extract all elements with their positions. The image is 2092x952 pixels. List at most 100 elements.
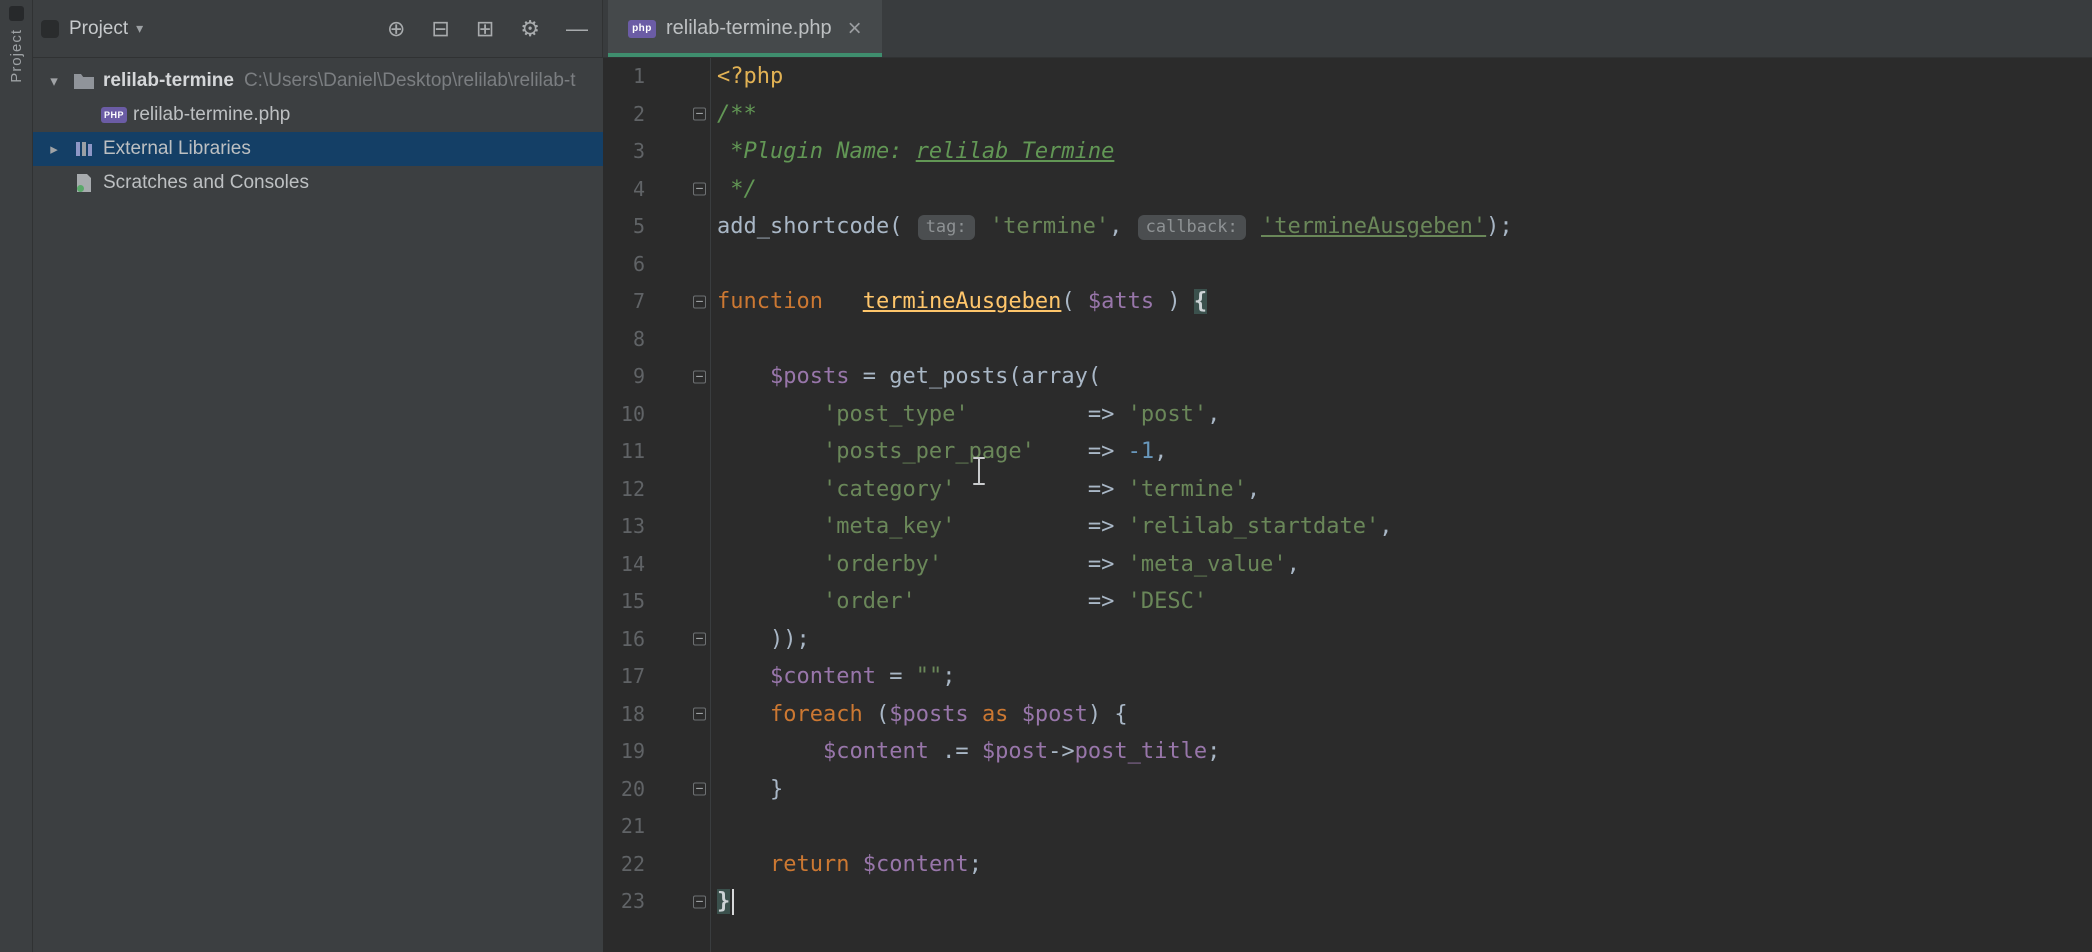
code-text: )); [710, 621, 810, 659]
code-text: $content .= $post->post_title; [710, 733, 1220, 771]
hide-panel-icon[interactable]: — [566, 18, 588, 40]
gutter: 9− [603, 358, 710, 396]
fold-marker-icon[interactable]: − [693, 183, 706, 196]
line-number: 10 [603, 396, 645, 434]
gutter: 12 [603, 471, 710, 509]
project-panel-title[interactable]: Project [69, 18, 128, 40]
expand-all-icon[interactable]: ⊞ [476, 18, 494, 40]
fold-area [645, 321, 710, 359]
code-text: /** [710, 96, 757, 134]
tree-item-relilab-termine-php[interactable]: PHPrelilab-termine.php [33, 98, 603, 132]
project-stripe-button[interactable]: Project [0, 0, 33, 83]
code-line-20[interactable]: 20− } [603, 771, 2092, 809]
code-text: <?php [710, 58, 783, 96]
fold-area [645, 846, 710, 884]
code-line-15[interactable]: 15 'order' => 'DESC' [603, 583, 2092, 621]
tree-item-relilab-termine[interactable]: ▾ relilab-termine C:\Users\Daniel\Desktop\… [33, 64, 603, 98]
tree-item-external-libraries[interactable]: ▸External Libraries [33, 132, 603, 166]
code-line-18[interactable]: 18− foreach ($posts as $post) { [603, 696, 2092, 734]
fold-area: − [645, 96, 710, 134]
code-line-11[interactable]: 11 'posts_per_page' => -1, [603, 433, 2092, 471]
line-number: 4 [603, 171, 645, 209]
chevron-down-icon[interactable]: ▾ [39, 72, 69, 90]
line-number: 21 [603, 808, 645, 846]
fold-area [645, 508, 710, 546]
code-line-21[interactable]: 21 [603, 808, 2092, 846]
project-panel-header: Project ▾ ⊕ ⊟ ⊞ ⚙ — [33, 0, 603, 57]
editor-pane[interactable]: 1<?php2−/**3 *Plugin Name: relilab Termi… [603, 58, 2092, 952]
line-number: 12 [603, 471, 645, 509]
gutter: 11 [603, 433, 710, 471]
code-text: 'meta_key' => 'relilab_startdate', [710, 508, 1393, 546]
code-line-23[interactable]: 23−} [603, 883, 2092, 921]
project-tool-window-icon [9, 6, 24, 21]
code-line-6[interactable]: 6 [603, 246, 2092, 284]
chevron-down-icon[interactable]: ▾ [136, 20, 143, 37]
code-line-2[interactable]: 2 −/** [603, 96, 2092, 134]
fold-marker-icon[interactable]: − [693, 895, 706, 908]
fold-marker-icon[interactable]: − [693, 108, 706, 121]
code-line-5[interactable]: 5add_shortcode( tag: 'termine', callback… [603, 208, 2092, 246]
code-line-8[interactable]: 8 [603, 321, 2092, 359]
line-number: 23 [603, 883, 645, 921]
editor-tab-label: relilab-termine.php [666, 17, 832, 40]
code-line-10[interactable]: 10 'post_type' => 'post', [603, 396, 2092, 434]
ide-window: Project Project ▾ ⊕ ⊟ ⊞ ⚙ — php relilab-term… [0, 0, 2092, 952]
gutter: 18 − [603, 696, 710, 734]
line-number: 9 [603, 358, 645, 396]
gutter: 10 [603, 396, 710, 434]
code-text: 'order' => 'DESC' [710, 583, 1207, 621]
code-line-12[interactable]: 12 'category' => 'termine', [603, 471, 2092, 509]
tree-item-label: Scratches and Consoles [103, 172, 309, 194]
code-line-9[interactable]: 9− $posts = get_posts(array( [603, 358, 2092, 396]
code-line-4[interactable]: 4− */ [603, 171, 2092, 209]
gutter: 19 [603, 733, 710, 771]
fold-area [645, 396, 710, 434]
code-line-22[interactable]: 22 return $content; [603, 846, 2092, 884]
fold-area [645, 808, 710, 846]
tree-item-label: relilab-termine [103, 70, 234, 92]
line-number: 16 [603, 621, 645, 659]
fold-marker-icon[interactable]: − [693, 295, 706, 308]
fold-marker-icon[interactable]: − [693, 633, 706, 646]
project-tree-panel: ▾ relilab-termine C:\Users\Daniel\Desktop\… [33, 58, 603, 952]
fold-marker-icon[interactable]: − [693, 370, 706, 383]
tool-window-stripe: Project [0, 0, 33, 952]
gutter-separator [710, 58, 711, 952]
project-path: C:\Users\Daniel\Desktop\relilab\relilab-… [244, 70, 603, 92]
line-number: 2 [603, 96, 645, 134]
code-line-16[interactable]: 16 − )); [603, 621, 2092, 659]
code-line-14[interactable]: 14 'orderby' => 'meta_value', [603, 546, 2092, 584]
locate-file-icon[interactable]: ⊕ [387, 18, 405, 40]
code-line-3[interactable]: 3 *Plugin Name: relilab Termine [603, 133, 2092, 171]
editor-tab[interactable]: php relilab-termine.php × [608, 0, 882, 57]
code-line-17[interactable]: 17 $content = ""; [603, 658, 2092, 696]
settings-gear-icon[interactable]: ⚙ [520, 18, 540, 40]
fold-marker-icon[interactable]: − [693, 708, 706, 721]
fold-area: − [645, 283, 710, 321]
collapse-all-icon[interactable]: ⊟ [431, 18, 449, 40]
line-number: 7 [603, 283, 645, 321]
code-text: $posts = get_posts(array( [710, 358, 1101, 396]
code-text: } [710, 771, 783, 809]
close-tab-icon[interactable]: × [848, 19, 862, 39]
code-line-1[interactable]: 1<?php [603, 58, 2092, 96]
line-number: 18 [603, 696, 645, 734]
line-number: 6 [603, 246, 645, 284]
code-line-19[interactable]: 19 $content .= $post->post_title; [603, 733, 2092, 771]
gutter: 4− [603, 171, 710, 209]
fold-area [645, 208, 710, 246]
project-view-icon [41, 20, 59, 38]
code-line-7[interactable]: 7−function termineAusgeben( $atts ) { [603, 283, 2092, 321]
chevron-right-icon[interactable]: ▸ [39, 140, 69, 158]
line-number: 22 [603, 846, 645, 884]
line-number: 14 [603, 546, 645, 584]
fold-marker-icon[interactable]: − [693, 783, 706, 796]
code-text [710, 808, 717, 846]
external-libraries-icon [69, 139, 99, 159]
code-text: 'posts_per_page' => -1, [710, 433, 1167, 471]
tree-item-scratches-and-consoles[interactable]: Scratches and Consoles [33, 166, 603, 200]
code-line-13[interactable]: 13 'meta_key' => 'relilab_startdate', [603, 508, 2092, 546]
code-text: *Plugin Name: relilab Termine [710, 133, 1114, 171]
gutter: 21 [603, 808, 710, 846]
